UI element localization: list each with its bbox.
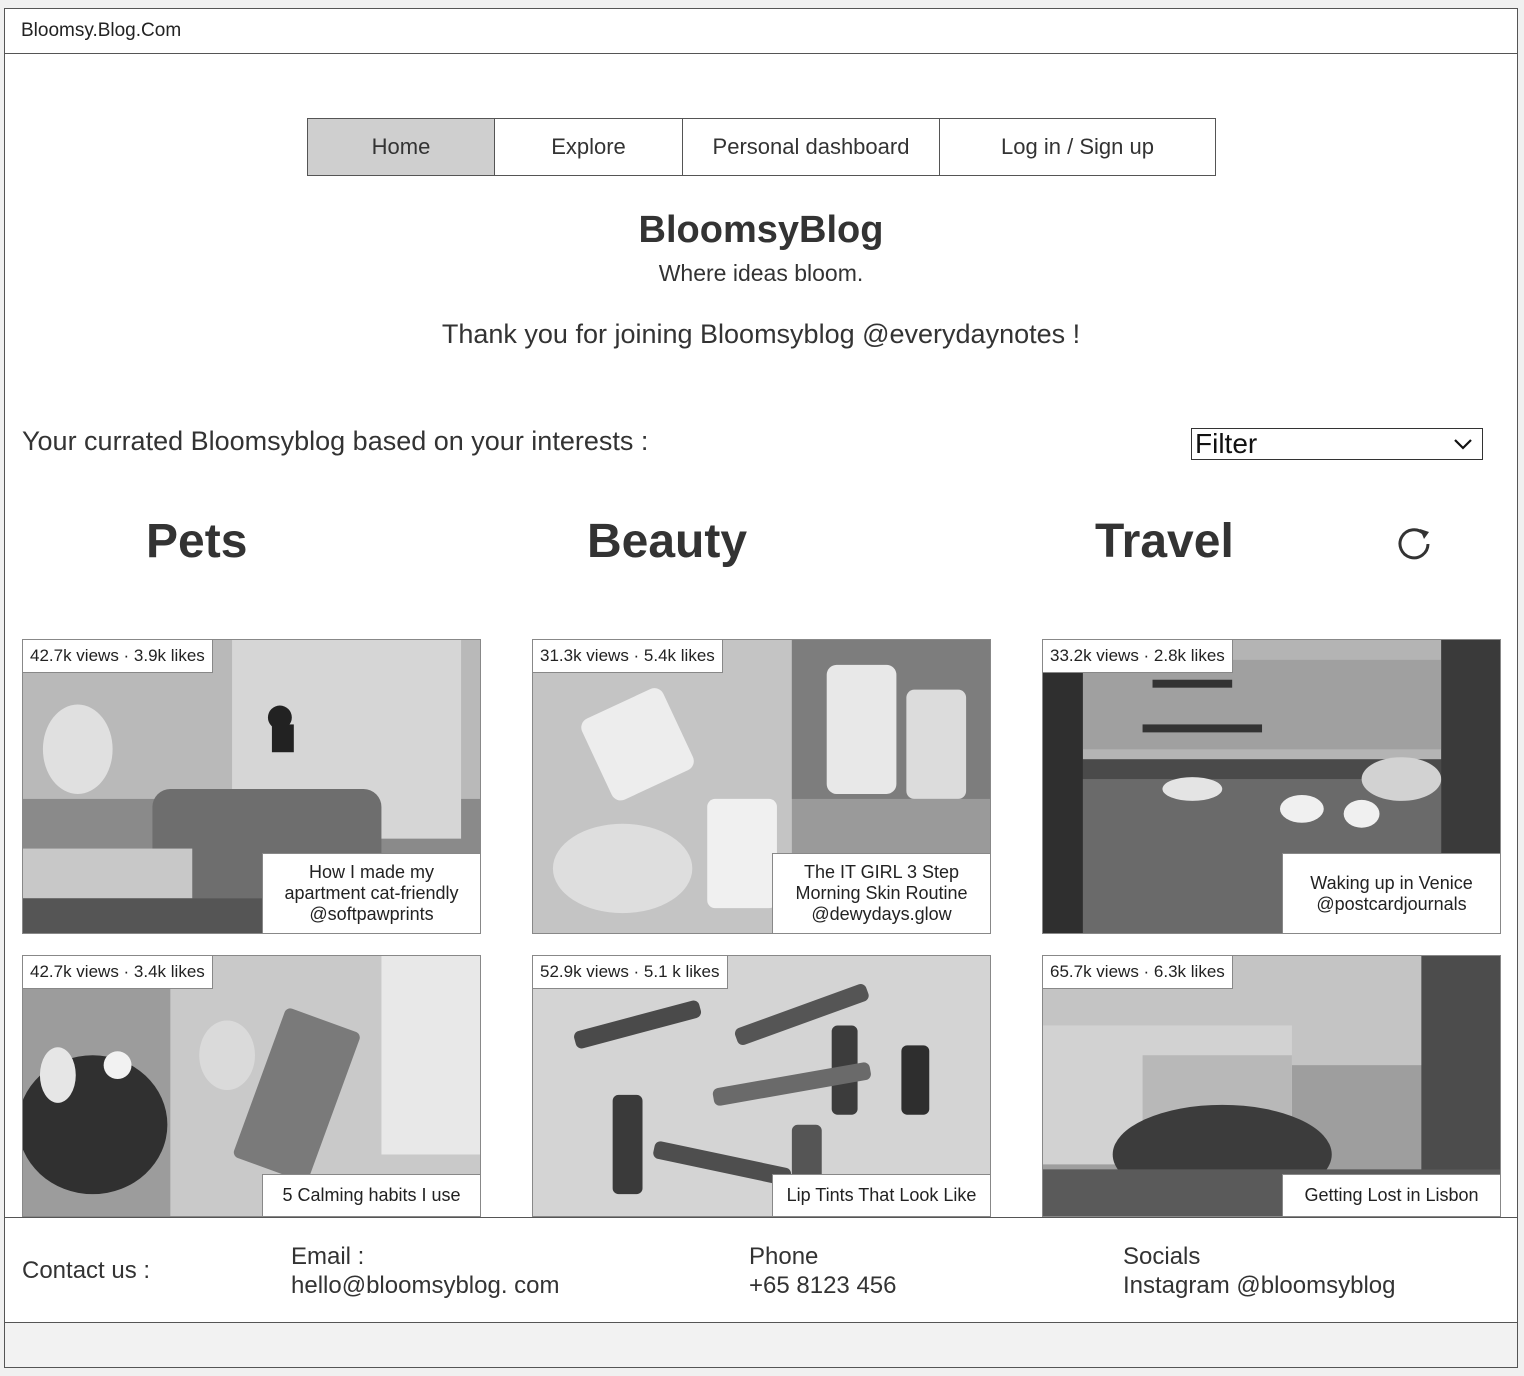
post-stats: 42.7k views · 3.9k likes bbox=[23, 640, 213, 673]
footer-phone-label: Phone bbox=[749, 1243, 819, 1270]
nav-personal-dashboard[interactable]: Personal dashboard bbox=[683, 119, 940, 175]
category-pets[interactable]: Pets bbox=[146, 514, 247, 569]
post-caption: 5 Calming habits I use bbox=[262, 1174, 480, 1216]
nav-home[interactable]: Home bbox=[308, 119, 495, 175]
post-card[interactable]: 31.3k views · 5.4k likes The IT GIRL 3 S… bbox=[532, 639, 991, 934]
category-travel[interactable]: Travel bbox=[1095, 514, 1234, 569]
chevron-down-icon bbox=[1454, 439, 1472, 450]
post-stats: 33.2k views · 2.8k likes bbox=[1043, 640, 1233, 673]
post-author: @dewydays.glow bbox=[811, 904, 952, 924]
nav-login-signup[interactable]: Log in / Sign up bbox=[940, 119, 1215, 175]
bottom-strip bbox=[5, 1323, 1517, 1367]
post-card[interactable]: 65.7k views · 6.3k likes Getting Lost in… bbox=[1042, 955, 1501, 1217]
post-caption: How I made my apartment cat-friendly @so… bbox=[262, 853, 480, 933]
post-author: @postcardjournals bbox=[1316, 893, 1467, 914]
filter-dropdown[interactable]: Filter bbox=[1191, 428, 1483, 460]
post-stats: 42.7k views · 3.4k likes bbox=[23, 956, 213, 989]
footer-socials: Socials Instagram @bloomsyblog bbox=[1123, 1242, 1395, 1300]
footer: Contact us : Email : hello@bloomsyblog. … bbox=[5, 1217, 1517, 1323]
post-title: 5 Calming habits I use bbox=[282, 1185, 461, 1205]
footer-contact-label: Contact us : bbox=[22, 1257, 151, 1284]
post-caption: Waking up in Venice @postcardjournals bbox=[1282, 853, 1500, 933]
footer-email-value[interactable]: hello@bloomsyblog. com bbox=[291, 1271, 560, 1300]
curated-heading: Your currated Bloomsyblog based on your … bbox=[22, 426, 649, 456]
footer-phone: Phone +65 8123 456 bbox=[749, 1242, 896, 1300]
post-card[interactable]: 42.7k views · 3.4k likes 5 Calming habit… bbox=[22, 955, 481, 1217]
post-card[interactable]: 52.9k views · 5.1 k likes Lip Tints That… bbox=[532, 955, 991, 1217]
post-author: @softpawprints bbox=[309, 904, 434, 924]
nav-explore[interactable]: Explore bbox=[495, 119, 683, 175]
browser-window: Bloomsy.Blog.Com Home Explore Personal d… bbox=[4, 8, 1518, 1368]
filter-label: Filter bbox=[1195, 428, 1258, 459]
url-bar[interactable]: Bloomsy.Blog.Com bbox=[5, 9, 1517, 54]
footer-phone-value[interactable]: +65 8123 456 bbox=[749, 1271, 896, 1300]
post-stats: 31.3k views · 5.4k likes bbox=[533, 640, 723, 673]
post-card[interactable]: 33.2k views · 2.8k likes Waking up in Ve… bbox=[1042, 639, 1501, 934]
brand-tagline: Where ideas bloom. bbox=[658, 260, 864, 286]
brand-title: BloomsyBlog bbox=[638, 209, 884, 251]
post-caption: The IT GIRL 3 Step Morning Skin Routine … bbox=[772, 853, 990, 933]
post-card[interactable]: 42.7k views · 3.9k likes How I made my a… bbox=[22, 639, 481, 934]
post-title: How I made my apartment cat-friendly bbox=[284, 862, 459, 903]
post-title: Waking up in Venice bbox=[1310, 872, 1473, 893]
post-caption: Lip Tints That Look Like bbox=[772, 1174, 990, 1216]
post-title: The IT GIRL 3 Step Morning Skin Routine bbox=[795, 862, 968, 903]
main-nav: Home Explore Personal dashboard Log in /… bbox=[307, 118, 1216, 176]
post-stats: 52.9k views · 5.1 k likes bbox=[533, 956, 728, 989]
footer-socials-value[interactable]: Instagram @bloomsyblog bbox=[1123, 1271, 1395, 1300]
post-stats: 65.7k views · 6.3k likes bbox=[1043, 956, 1233, 989]
post-caption: Getting Lost in Lisbon bbox=[1282, 1174, 1500, 1216]
footer-email-label: Email : bbox=[291, 1243, 365, 1270]
footer-socials-label: Socials bbox=[1123, 1243, 1201, 1270]
post-title: Getting Lost in Lisbon bbox=[1304, 1185, 1479, 1205]
category-beauty[interactable]: Beauty bbox=[587, 514, 747, 569]
welcome-message: Thank you for joining Bloomsyblog @every… bbox=[441, 319, 1081, 349]
footer-email: Email : hello@bloomsyblog. com bbox=[291, 1242, 560, 1300]
post-title: Lip Tints That Look Like bbox=[786, 1185, 977, 1205]
refresh-icon[interactable] bbox=[1394, 524, 1434, 564]
